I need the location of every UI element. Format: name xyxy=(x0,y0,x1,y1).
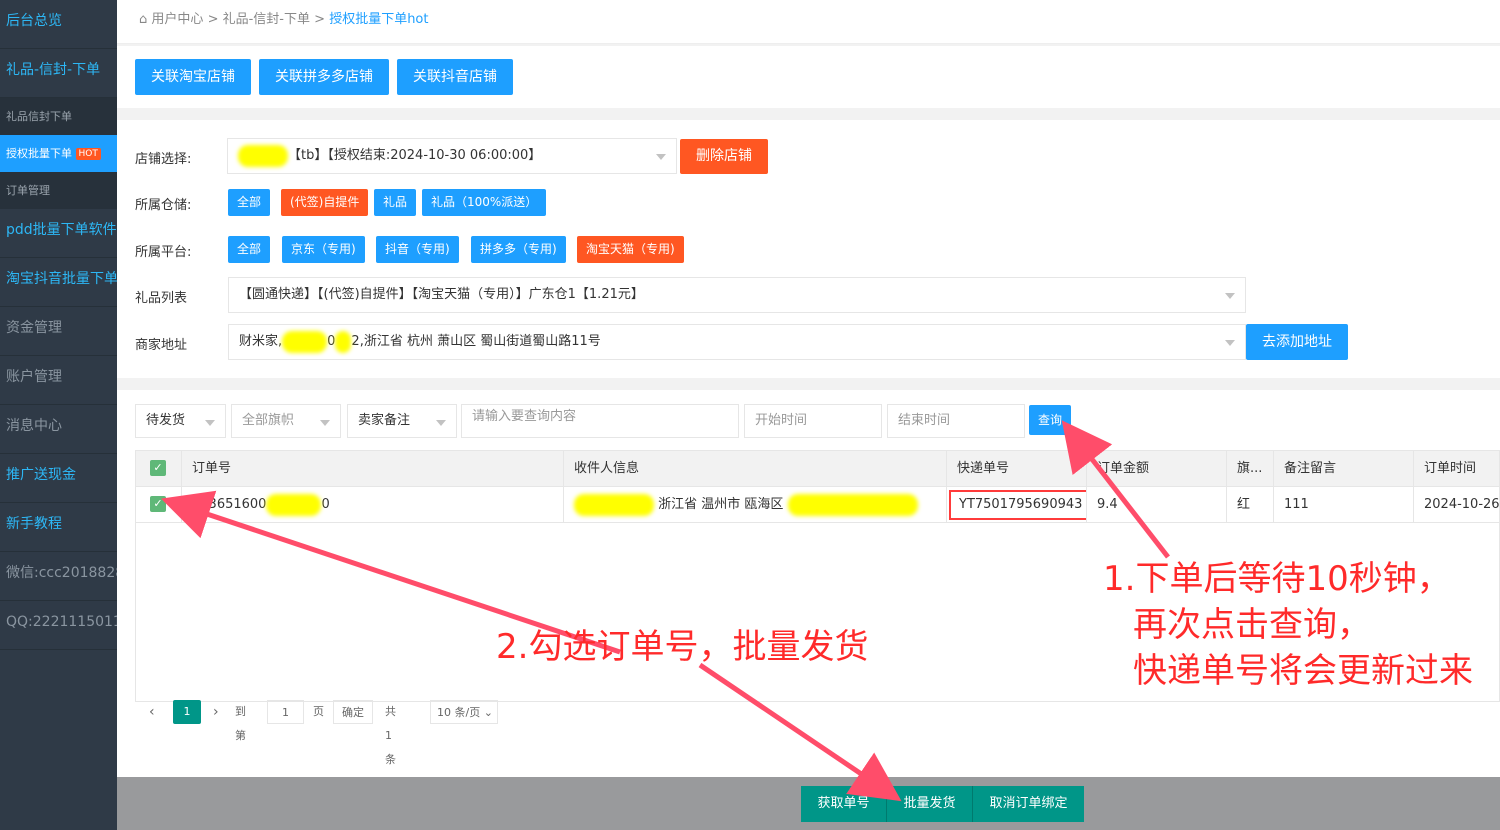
annotation-step1-line1: 1.下单后等待10秒钟， xyxy=(1103,559,1451,599)
arrow-to-batch-ship xyxy=(698,662,902,802)
annotation-step2: 2.勾选订单号，批量发货 xyxy=(496,627,869,667)
arrow-to-query xyxy=(1061,420,1170,559)
annotation-step1-line2: 再次点击查询， xyxy=(1133,605,1371,645)
annotation-arrows xyxy=(161,420,1170,802)
annotation-step1-line3: 快递单号将会更新过来 xyxy=(1133,651,1473,691)
